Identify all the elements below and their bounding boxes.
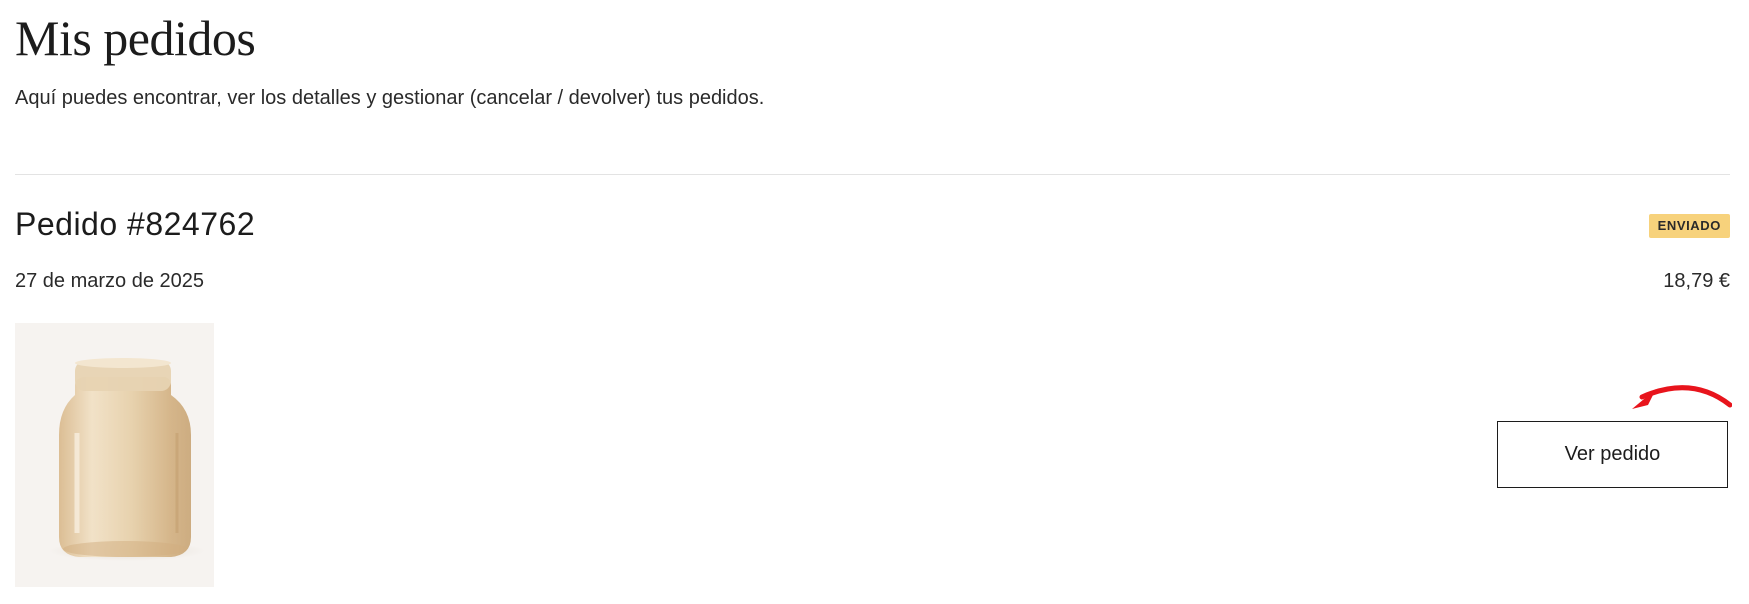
page-subtitle: Aquí puedes encontrar, ver los detalles …: [15, 87, 765, 109]
glass-vase-image: [49, 358, 205, 561]
page-title: Mis pedidos: [15, 10, 256, 66]
order-date: 27 de marzo de 2025: [15, 270, 205, 292]
red-arrow-icon: [1632, 385, 1732, 409]
status-badge: ENVIADO: [1648, 214, 1730, 238]
divider: [15, 174, 1730, 175]
product-thumbnail[interactable]: [15, 323, 214, 587]
view-order-button[interactable]: Ver pedido: [1497, 421, 1728, 488]
order-number: Pedido #824762: [15, 206, 256, 242]
order-total: 18,79 €: [1663, 270, 1730, 292]
